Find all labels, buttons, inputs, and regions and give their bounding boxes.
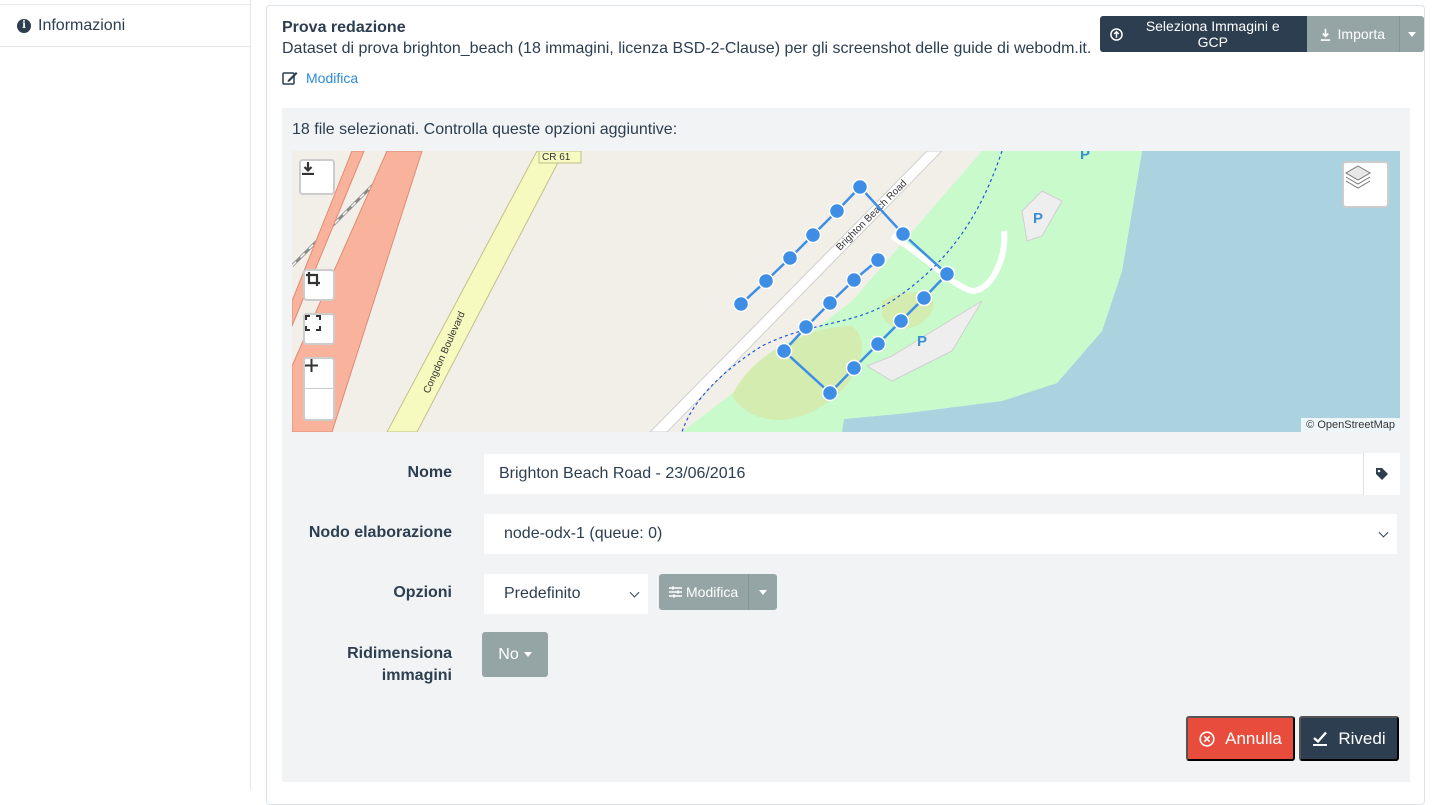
- resize-value: No: [498, 645, 519, 663]
- review-label: Rivedi: [1338, 728, 1386, 748]
- chevron-down-icon: [629, 587, 640, 598]
- sidebar-item-label: Informazioni: [38, 16, 126, 34]
- download-map-button[interactable]: [299, 159, 335, 195]
- selected-files-text: 18 file selezionati. Controlla queste op…: [292, 121, 678, 138]
- cancel-button[interactable]: Annulla: [1186, 716, 1295, 761]
- secondary-road: [386, 151, 565, 432]
- tag-button[interactable]: [1363, 453, 1400, 495]
- edit-icon: [282, 71, 298, 85]
- node-select-value: node-odx-1 (queue: 0): [504, 525, 663, 542]
- edit-project-label: Modifica: [306, 70, 359, 86]
- edit-project-link[interactable]: Modifica: [282, 70, 358, 86]
- resize-dropdown-button[interactable]: No: [482, 632, 548, 677]
- review-button[interactable]: Rivedi: [1299, 716, 1399, 761]
- resize-label-line2: immagini: [381, 667, 452, 684]
- map-canvas[interactable]: CR 61 Congdon Boulevard Brighton Beach R…: [292, 151, 1400, 432]
- caret-down-icon: [1408, 31, 1416, 37]
- layers-icon: [1345, 165, 1371, 189]
- options-dropdown-toggle[interactable]: [748, 574, 778, 610]
- zoom-out-button[interactable]: [305, 364, 333, 419]
- project-panel: Prova redazione Dataset di prova brighto…: [266, 5, 1425, 805]
- options-edit-button[interactable]: Modifica: [659, 574, 749, 610]
- fullscreen-button[interactable]: [303, 313, 335, 345]
- road-label-congdon: Congdon Boulevard: [422, 310, 468, 395]
- caret-down-icon: [523, 652, 532, 657]
- resize-label-line1: Ridimensiona: [347, 645, 452, 662]
- options-edit-label: Modifica: [686, 584, 739, 600]
- check-icon: [1313, 731, 1328, 746]
- options-edit-group: Modifica: [659, 574, 778, 610]
- node-select[interactable]: node-odx-1 (queue: 0): [483, 513, 1398, 555]
- select-images-button[interactable]: Seleziona Immagini e GCP: [1100, 16, 1307, 52]
- resize-label: Ridimensiona immagini: [292, 643, 452, 687]
- project-title: Prova redazione: [282, 19, 406, 36]
- import-button[interactable]: Importa: [1306, 16, 1399, 52]
- road-label-cr61: CR 61: [542, 152, 571, 163]
- options-select[interactable]: Predefinito: [483, 573, 649, 615]
- name-input[interactable]: Brighton Beach Road - 23/06/2016: [483, 453, 1364, 495]
- sliders-icon: [669, 586, 682, 598]
- map[interactable]: CR 61 Congdon Boulevard Brighton Beach R…: [292, 151, 1400, 432]
- options-label: Opzioni: [393, 584, 452, 601]
- name-label: Nome: [407, 464, 452, 481]
- sidebar-item-informazioni[interactable]: i Informazioni: [0, 4, 250, 47]
- import-icon: [1320, 28, 1330, 41]
- crop-icon: [306, 272, 320, 286]
- import-dropdown-toggle[interactable]: [1399, 16, 1424, 52]
- sidebar: i Informazioni: [0, 0, 251, 790]
- select-images-label: Seleziona Immagini e GCP: [1145, 18, 1280, 50]
- parking-label: P: [917, 333, 927, 350]
- cancel-label: Annulla: [1225, 728, 1282, 748]
- layers-button[interactable]: [1342, 161, 1389, 208]
- upload-options-well: 18 file selezionati. Controlla queste op…: [282, 108, 1410, 782]
- node-label: Nodo elaborazione: [308, 524, 452, 541]
- map-attribution[interactable]: © OpenStreetMap: [1301, 418, 1400, 432]
- upload-toolbar: Seleziona Immagini e GCP Importa: [1100, 16, 1424, 52]
- upload-circle-icon: [1110, 27, 1123, 41]
- project-description: Dataset di prova brighton_beach (18 imma…: [282, 40, 1092, 57]
- options-select-value: Predefinito: [504, 585, 581, 602]
- import-label: Importa: [1337, 26, 1385, 42]
- chevron-down-icon: [1378, 527, 1389, 538]
- fullscreen-icon: [305, 315, 321, 331]
- info-icon: i: [17, 18, 31, 33]
- crop-button[interactable]: [303, 269, 335, 301]
- minus-icon: [305, 364, 318, 367]
- parking-label-3: P: [1080, 151, 1090, 163]
- zoom-control: [303, 357, 335, 421]
- download-icon: [302, 162, 314, 175]
- caret-down-icon: [759, 589, 768, 595]
- tag-icon: [1376, 468, 1388, 480]
- cancel-circle-icon: [1199, 730, 1215, 747]
- parking-label-2: P: [1033, 210, 1043, 227]
